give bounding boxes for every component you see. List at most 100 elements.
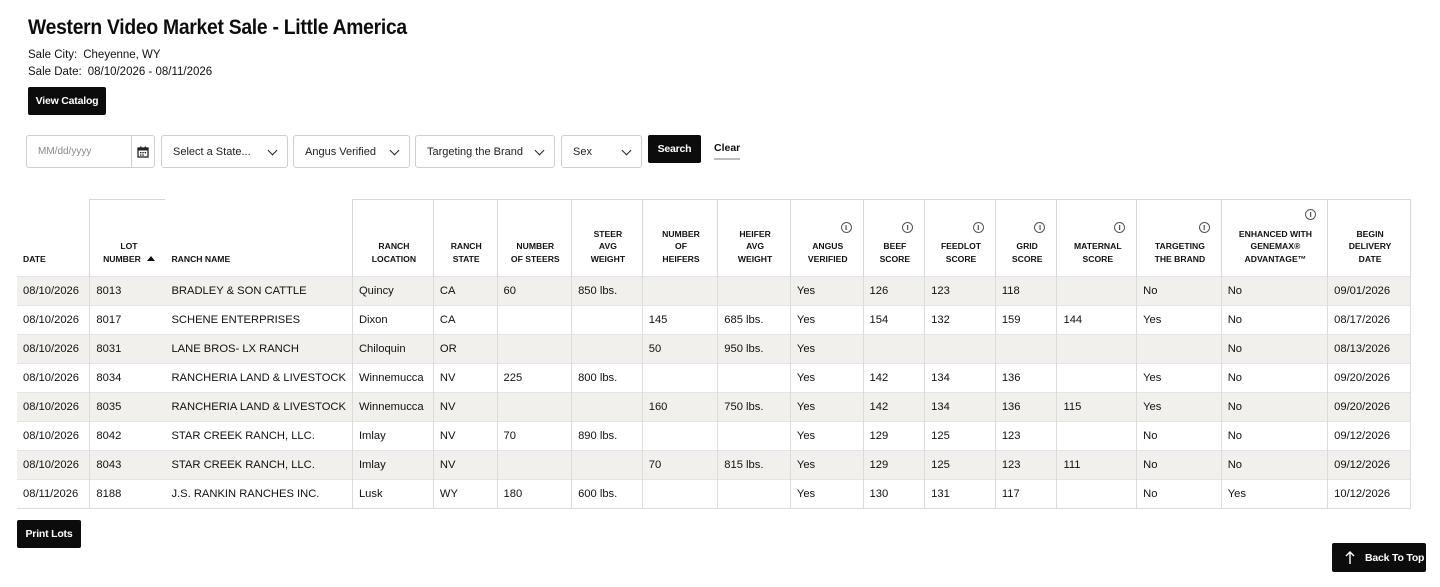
- col-header-lot-number[interactable]: Lot Number: [89, 199, 166, 277]
- cell-number-of-steers: [496, 450, 572, 480]
- col-header-steer-avg-weight[interactable]: Steer Avg Weight: [571, 199, 643, 277]
- info-icon[interactable]: i: [840, 222, 852, 233]
- col-header-angus-verified[interactable]: i Angus Verified: [789, 199, 864, 277]
- cell-date: 08/10/2026: [17, 392, 90, 422]
- col-header-date[interactable]: Date: [17, 200, 90, 277]
- cell-number-of-heifers: 160: [641, 392, 718, 422]
- table-row: 08/10/2026 8013 BRADLEY & SON CATTLE Quincy…: [17, 276, 1411, 306]
- cell-steer-avg-weight: 850 lbs.: [571, 276, 643, 306]
- state-select[interactable]: Select a State...: [161, 135, 288, 168]
- col-header-ranch-state[interactable]: Ranch State: [432, 199, 498, 277]
- cell-feedlot-score: 131: [924, 479, 996, 509]
- sort-ascending-icon: [146, 255, 155, 261]
- cell-grid-score: 123: [994, 421, 1057, 451]
- cell-maternal-score: [1056, 276, 1137, 306]
- col-header-ranch-name[interactable]: Ranch Name: [165, 200, 352, 277]
- table-row: 08/10/2026 8031 LANE BROS- LX RANCH Chiloqu…: [17, 334, 1411, 364]
- cell-maternal-score: [1056, 421, 1137, 451]
- cell-beef-score: 126: [862, 276, 925, 306]
- targeting-brand-select[interactable]: Targeting the Brand: [415, 135, 555, 168]
- col-header-genemax[interactable]: i Enhanced with GeneMax® Advantage™: [1220, 199, 1328, 277]
- date-input[interactable]: MM/dd/yyyy: [26, 135, 132, 168]
- chevron-down-icon: [267, 145, 278, 156]
- cell-number-of-heifers: [641, 363, 718, 393]
- cell-ranch-state: NV: [432, 392, 498, 422]
- cell-targeting-the-brand: No: [1136, 479, 1222, 509]
- info-icon[interactable]: i: [1198, 222, 1210, 233]
- cell-grid-score: [994, 334, 1057, 364]
- print-lots-button[interactable]: Print Lots: [17, 520, 81, 548]
- cell-begin-delivery-date: 09/20/2026: [1327, 392, 1411, 422]
- cell-targeting-the-brand: Yes: [1136, 305, 1222, 335]
- info-icon[interactable]: i: [1305, 209, 1317, 220]
- back-to-top-button[interactable]: Back To Top: [1332, 543, 1426, 572]
- cell-feedlot-score: 125: [924, 421, 996, 451]
- cell-lot-number: 8034: [89, 363, 166, 393]
- cell-steer-avg-weight: [571, 305, 643, 335]
- col-header-maternal-score[interactable]: i Maternal Score: [1056, 199, 1137, 277]
- cell-number-of-steers: [496, 334, 572, 364]
- cell-beef-score: 129: [862, 421, 925, 451]
- col-header-ranch-location[interactable]: Ranch Location: [351, 199, 434, 277]
- cell-lot-number: 8043: [89, 450, 166, 480]
- info-icon[interactable]: i: [1114, 222, 1126, 233]
- cell-maternal-score: [1056, 334, 1137, 364]
- cell-steer-avg-weight: 800 lbs.: [571, 363, 643, 393]
- chevron-down-icon: [534, 145, 545, 156]
- cell-date: 08/10/2026: [17, 450, 90, 480]
- col-header-number-of-heifers[interactable]: Number of Heifers: [641, 199, 718, 277]
- cell-ranch-state: NV: [432, 363, 498, 393]
- cell-targeting-the-brand: No: [1136, 421, 1222, 451]
- cell-number-of-steers: [496, 392, 572, 422]
- col-header-beef-score[interactable]: i Beef Score: [862, 199, 925, 277]
- cell-lot-number: 8042: [89, 421, 166, 451]
- cell-steer-avg-weight: 600 lbs.: [571, 479, 643, 509]
- table-row: 08/10/2026 8034 RANCHERIA LAND & LIVESTOCK…: [17, 363, 1411, 393]
- view-catalog-button[interactable]: View Catalog: [28, 87, 106, 115]
- col-header-grid-score[interactable]: i Grid Score: [994, 199, 1057, 277]
- cell-genemax: No: [1220, 305, 1328, 335]
- sale-date-value: 08/10/2026 - 08/11/2026: [87, 66, 213, 78]
- cell-ranch-location: Imlay: [351, 421, 434, 451]
- cell-begin-delivery-date: 08/13/2026: [1327, 334, 1411, 364]
- info-icon[interactable]: i: [972, 222, 984, 233]
- cell-feedlot-score: 134: [924, 363, 996, 393]
- calendar-button[interactable]: [131, 135, 155, 168]
- cell-ranch-name: RANCHERIA LAND & LIVESTOCK: [165, 392, 353, 422]
- cell-lot-number: 8031: [89, 334, 166, 364]
- cell-feedlot-score: 125: [924, 450, 996, 480]
- info-icon[interactable]: i: [902, 222, 914, 233]
- angus-verified-select[interactable]: Angus Verified: [293, 135, 410, 168]
- col-header-heifer-avg-weight[interactable]: Heifer Avg Weight: [717, 199, 791, 277]
- cell-ranch-name: BRADLEY & SON CATTLE: [165, 276, 353, 306]
- cell-genemax: No: [1220, 363, 1328, 393]
- cell-grid-score: 136: [994, 392, 1057, 422]
- col-header-targeting-the-brand[interactable]: i Targeting the Brand: [1136, 199, 1222, 277]
- calendar-icon: [137, 146, 149, 158]
- cell-begin-delivery-date: 08/17/2026: [1327, 305, 1411, 335]
- search-button[interactable]: Search: [648, 135, 701, 163]
- cell-ranch-name: RANCHERIA LAND & LIVESTOCK: [165, 363, 353, 393]
- cell-beef-score: 130: [862, 479, 925, 509]
- table-row: 08/11/2026 8188 J.S. RANKIN RANCHES INC. Lu…: [17, 479, 1411, 509]
- sex-select[interactable]: Sex: [561, 135, 642, 168]
- cell-date: 08/10/2026: [17, 363, 90, 393]
- table-header-row: Date Lot Number Ranch Name Ranch Location …: [17, 199, 1411, 277]
- cell-angus-verified: Yes: [789, 392, 864, 422]
- cell-angus-verified: Yes: [789, 363, 864, 393]
- cell-number-of-steers: 60: [496, 276, 572, 306]
- table-row: 08/10/2026 8043 STAR CREEK RANCH, LLC. Imla…: [17, 450, 1411, 480]
- table-row: 08/10/2026 8017 SCHENE ENTERPRISES Dixon CA 1…: [17, 305, 1411, 335]
- col-header-begin-delivery-date[interactable]: Begin Delivery Date: [1327, 199, 1411, 277]
- clear-link[interactable]: Clear: [714, 142, 741, 160]
- info-icon[interactable]: i: [1034, 222, 1046, 233]
- cell-genemax: No: [1220, 421, 1328, 451]
- cell-number-of-steers: 180: [496, 479, 572, 509]
- sale-city: Sale City: Cheyenne, WY: [28, 49, 161, 61]
- back-to-top-label: Back To Top: [1365, 551, 1425, 564]
- chevron-down-icon: [389, 145, 400, 156]
- col-header-number-of-steers[interactable]: Number of Steers: [496, 199, 572, 277]
- col-header-feedlot-score[interactable]: i Feedlot Score: [924, 199, 996, 277]
- cell-heifer-avg-weight: 750 lbs.: [717, 392, 791, 422]
- cell-feedlot-score: 123: [924, 276, 996, 306]
